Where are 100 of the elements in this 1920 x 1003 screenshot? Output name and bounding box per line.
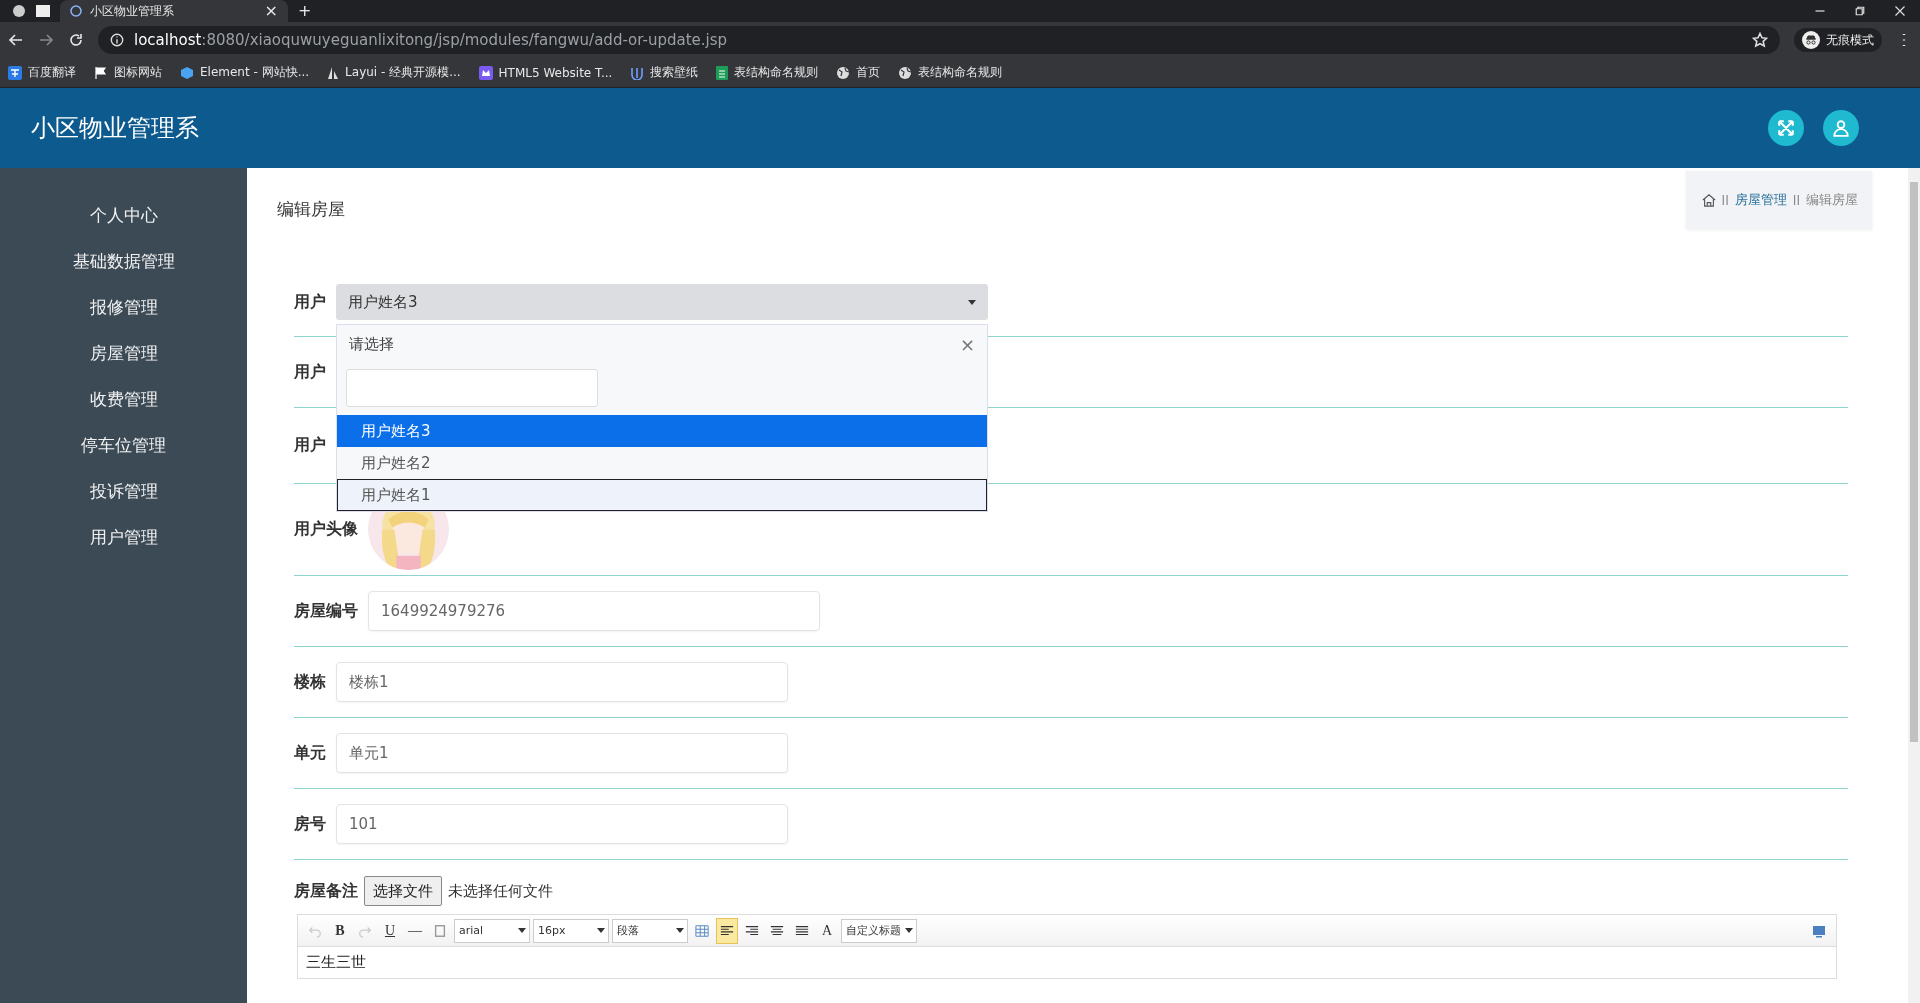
caret-icon <box>597 928 605 933</box>
crown-icon <box>478 65 493 80</box>
sidebar-item[interactable]: 停车位管理 <box>81 422 166 468</box>
page-icon <box>433 923 447 938</box>
dropdown-option[interactable]: 用户姓名1 <box>337 479 987 511</box>
browser-tab[interactable]: 小区物业管理系 × <box>60 0 288 22</box>
field-label: 用户头像 <box>294 519 358 540</box>
user-icon <box>1832 119 1850 137</box>
home-icon <box>1701 193 1716 207</box>
expand-icon <box>1777 119 1795 137</box>
align-left-icon <box>720 923 734 938</box>
align-right-icon <box>745 923 759 938</box>
cube-icon <box>180 65 194 80</box>
translate-icon <box>8 65 22 80</box>
justify-icon <box>795 923 809 938</box>
bookmark[interactable]: Element - 网站快... <box>180 64 310 81</box>
field-label: 单元 <box>294 742 326 764</box>
input-field[interactable]: 101 <box>336 804 788 844</box>
toolbar-button[interactable]: A <box>816 917 838 944</box>
breadcrumb-separator: ll <box>1792 192 1800 208</box>
caret-icon <box>905 928 913 933</box>
toolbar-select[interactable]: 16px <box>533 918 609 943</box>
address-bar[interactable]: localhost:8080/xiaoquwuyeguanlixitong/jsp/modules/fangwu/add-or-update.jsp <box>98 26 1780 54</box>
spreadsheet-icon <box>716 65 729 80</box>
breadcrumb-link[interactable]: 房屋管理 <box>1734 191 1787 209</box>
bookmark[interactable]: 表结构命名规则 <box>716 64 819 81</box>
window-icon <box>36 5 50 17</box>
input-field[interactable]: 楼栋1 <box>336 662 788 702</box>
page-title: 编辑房屋 <box>277 198 345 221</box>
toolbar-select[interactable]: 段落 <box>612 918 688 943</box>
profile-button[interactable]: 无痕模式 <box>1794 28 1882 52</box>
choose-file-button[interactable]: 选择文件 <box>364 876 442 906</box>
field-label: 用户 <box>294 361 326 383</box>
sidebar-item[interactable]: 投诉管理 <box>89 468 158 514</box>
tab-close[interactable]: × <box>264 3 278 19</box>
bookmark[interactable]: Layui - 经典开源模... <box>327 64 461 81</box>
caret-icon <box>676 928 684 933</box>
bookmark[interactable]: 首页 <box>836 64 881 81</box>
toolbar-select[interactable]: 自定义标题 <box>841 918 917 943</box>
align-center-icon <box>770 923 784 938</box>
editor-text: 三生三世 <box>305 952 367 973</box>
tab-title: 小区物业管理系 <box>90 2 175 20</box>
forward-icon <box>38 32 54 48</box>
incognito-icon <box>1802 31 1820 49</box>
toolbar-button[interactable]: U <box>379 917 401 944</box>
tree-icon <box>327 65 340 80</box>
field-label: 房屋编号 <box>294 600 358 622</box>
toolbar-button[interactable] <box>716 917 738 944</box>
sidebar-item[interactable]: 用户管理 <box>89 514 158 560</box>
bookmark[interactable]: HTML5 Website T... <box>478 65 613 80</box>
close-icon <box>1894 5 1906 17</box>
bookmark[interactable]: 搜索壁纸 <box>630 64 699 81</box>
scrollbar[interactable] <box>1908 168 1920 1003</box>
dropdown-option[interactable]: 用户姓名3 <box>337 415 987 447</box>
new-tab-button[interactable]: + <box>298 3 312 19</box>
sidebar-item[interactable]: 房屋管理 <box>89 330 158 376</box>
sidebar-item[interactable]: 个人中心 <box>89 192 158 238</box>
input-field[interactable]: 单元1 <box>336 733 788 773</box>
toolbar-button[interactable]: — <box>404 917 426 944</box>
app-icon <box>12 4 26 18</box>
clear-button[interactable]: × <box>959 333 975 355</box>
caret-icon <box>518 928 526 933</box>
flag-icon <box>94 65 108 80</box>
bookmark[interactable]: 表结构命名规则 <box>898 64 1003 81</box>
fullscreen-button[interactable] <box>1768 110 1804 146</box>
reload-icon <box>68 32 84 48</box>
rich-text-editor[interactable]: B U — arial 16px 段落 A 自定义标题 三生三世 <box>297 914 1837 979</box>
field-label: 用户 <box>294 291 326 313</box>
caret-icon <box>968 299 976 305</box>
file-status: 未选择任何文件 <box>448 881 553 901</box>
restore-icon <box>1854 5 1866 17</box>
globe-icon <box>898 65 913 80</box>
input-field[interactable]: 1649924979276 <box>368 591 820 631</box>
field-label: 用户 <box>294 435 326 456</box>
monitor-icon <box>1812 923 1826 938</box>
sidebar-item[interactable]: 基础数据管理 <box>72 238 175 284</box>
user-select[interactable]: 用户姓名3 <box>336 284 988 320</box>
breadcrumb-separator: ll <box>1721 192 1729 208</box>
url-text: localhost:8080/xiaoquwuyeguanlixitong/jsp/modules/fangwu/add-or-update.jsp <box>134 31 727 49</box>
info-icon <box>110 33 124 47</box>
app-title: 小区物业管理系 <box>31 113 199 144</box>
field-label: 房屋备注 <box>294 880 358 902</box>
sidebar-item[interactable]: 收费管理 <box>89 376 158 422</box>
dropdown-option[interactable]: 用户姓名2 <box>337 447 987 479</box>
user-button[interactable] <box>1823 110 1859 146</box>
back-icon <box>8 32 24 48</box>
spinner-icon <box>70 5 82 17</box>
field-label: 楼栋 <box>294 671 326 693</box>
selection-field[interactable]: 请选择 × <box>337 325 987 363</box>
toolbar-button[interactable]: B <box>329 917 351 944</box>
search-field[interactable] <box>346 369 598 407</box>
table-icon <box>695 923 709 938</box>
sidebar-item[interactable]: 报修管理 <box>89 284 158 330</box>
star-icon <box>1752 32 1768 48</box>
toolbar-select[interactable]: arial <box>454 918 530 943</box>
globe-icon <box>836 65 851 80</box>
fork-icon <box>630 65 645 80</box>
bookmark[interactable]: 图标网站 <box>94 64 162 81</box>
bookmark[interactable]: 百度翻译 <box>8 64 76 81</box>
field-label: 房号 <box>294 813 326 835</box>
